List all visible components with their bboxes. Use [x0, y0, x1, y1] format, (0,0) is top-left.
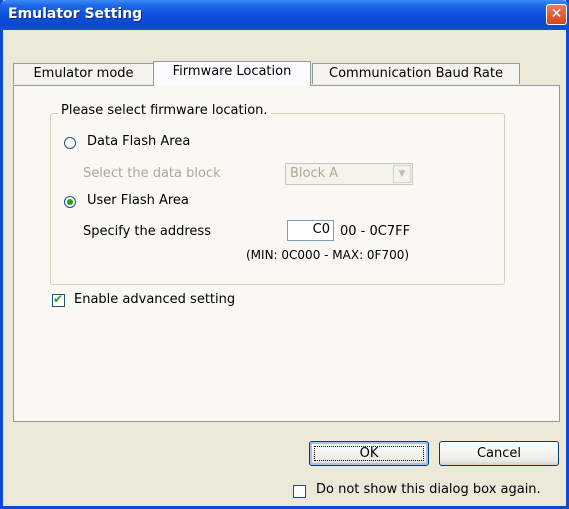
tab-label: Emulator mode: [33, 66, 134, 81]
tab-firmware-location[interactable]: Firmware Location: [153, 61, 311, 86]
data-block-select[interactable]: Block A ▼: [285, 163, 413, 185]
title-bar[interactable]: Emulator Setting ✕: [0, 0, 569, 30]
user-flash-radio[interactable]: [64, 196, 76, 208]
dont-show-again-checkbox[interactable]: [293, 485, 306, 498]
data-flash-radio[interactable]: [64, 137, 76, 149]
dialog-title: Emulator Setting: [8, 6, 143, 22]
tab-emulator-mode[interactable]: Emulator mode: [13, 63, 154, 84]
radio-selected-dot: [67, 199, 73, 205]
checkmark-icon: ✔: [53, 292, 64, 306]
address-range-hint: (MIN: 0C000 - MAX: 0F700): [246, 248, 410, 262]
cancel-button[interactable]: Cancel: [439, 441, 559, 466]
address-label: Specify the address: [83, 224, 211, 239]
address-suffix: 00 - 0C7FF: [340, 224, 411, 239]
chevron-down-icon[interactable]: ▼: [393, 165, 411, 183]
tab-label: Firmware Location: [172, 64, 292, 79]
data-block-label: Select the data block: [83, 166, 221, 181]
close-icon: ✕: [550, 6, 563, 22]
user-flash-label[interactable]: User Flash Area: [87, 193, 189, 208]
data-flash-label[interactable]: Data Flash Area: [87, 134, 190, 149]
advanced-setting-checkbox[interactable]: ✔: [52, 292, 65, 307]
data-block-value: Block A: [290, 166, 339, 181]
dialog-window: Emulator Setting ✕ Emulator mode Firmwar…: [0, 0, 569, 509]
focus-rectangle: [314, 446, 424, 461]
advanced-setting-label[interactable]: Enable advanced setting: [74, 292, 235, 307]
address-input[interactable]: C0: [287, 220, 334, 241]
dont-show-again-label[interactable]: Do not show this dialog box again.: [316, 482, 541, 497]
ok-button[interactable]: OK: [309, 441, 429, 466]
group-legend: Please select firmware location.: [58, 103, 271, 118]
close-button[interactable]: ✕: [546, 4, 567, 25]
cancel-button-label: Cancel: [476, 446, 522, 461]
tab-communication-baud-rate[interactable]: Communication Baud Rate: [312, 63, 520, 84]
tab-label: Communication Baud Rate: [329, 66, 503, 81]
